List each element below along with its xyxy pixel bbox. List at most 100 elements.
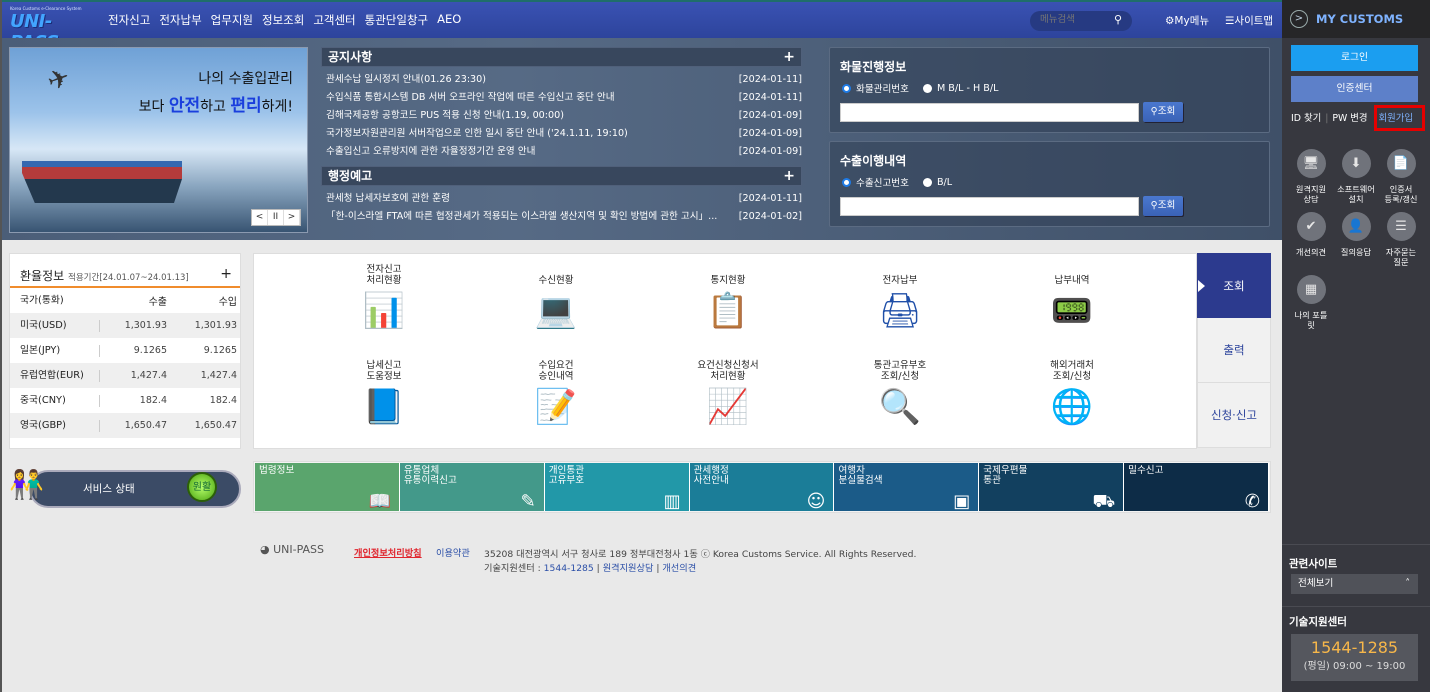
menu-aeo[interactable]: AEO: [437, 12, 461, 28]
portlet-icon: ▦: [1296, 275, 1326, 304]
menu-info-search[interactable]: 정보조회: [262, 12, 304, 28]
quick-link[interactable]: 국제우편물 통관 ⛟: [979, 463, 1125, 511]
exchange-rate-panel: 환율정보 적용기간[24.01.07~24.01.13] + 국가(통화) 수출 수입…: [9, 253, 241, 449]
software-install-icon: ⬇: [1341, 149, 1371, 178]
tab-print[interactable]: 출력: [1197, 318, 1271, 383]
tab-apply[interactable]: 신청·신고: [1197, 383, 1271, 448]
radio-export-number[interactable]: 수출신고번호: [842, 175, 909, 189]
notice-item[interactable]: 김해국제공항 공항코드 PUS 적용 신청 안내(1.19, 00:00) [20…: [321, 107, 802, 125]
my-menu-button[interactable]: ⚙My메뉴: [1165, 13, 1209, 28]
quick-links: 법령정보 📖 유통업체 유통이력신고 ✎ 개인통관 고유부호 ▥ 관세행정 사전안내 ☺ 여행자…: [253, 461, 1271, 513]
quick-link[interactable]: 관세행정 사전안내 ☺: [689, 463, 835, 512]
login-button[interactable]: 로그인: [1291, 45, 1418, 71]
my-customs-sidebar: > MY CUSTOMS 로그인 인증센터 ID 찾기 | PW 변경 회원가입 🖥 원…: [1282, 0, 1430, 692]
quick-link[interactable]: 법령정보 📖: [255, 463, 400, 511]
service-item[interactable]: 해외거래처 조회/신청 🌐: [1002, 358, 1142, 433]
radio-bl[interactable]: B/L: [922, 175, 952, 189]
menu-search-box: ⚲: [1030, 11, 1132, 31]
service-item[interactable]: 납세신고 도움정보 📘: [314, 358, 454, 433]
export-number-input[interactable]: [840, 197, 1139, 216]
admin-notice-more-button[interactable]: +: [783, 167, 795, 185]
qna-icon: 👤: [1341, 212, 1371, 241]
barcode-icon: ▥: [663, 491, 681, 512]
notice-item[interactable]: 수출입신고 오류방지에 관한 자율정정기간 운영 안내 [2024-01-09]: [321, 143, 802, 161]
notice-more-button[interactable]: +: [783, 48, 795, 66]
table-row: 중국(CNY) 182.4 182.4: [10, 388, 240, 413]
cargo-number-input[interactable]: [840, 103, 1139, 122]
export-search-button[interactable]: ⚲조회: [1143, 196, 1183, 216]
stamp-icon: ✎: [520, 491, 536, 512]
service-item[interactable]: 전자신고 처리현황 📊: [314, 262, 454, 337]
export-history-panel: 수출이행내역 수출신고번호 B/L ⚲조회: [829, 141, 1270, 227]
menu-e-payment[interactable]: 전자납부: [159, 12, 201, 28]
exchange-header: 환율정보 적용기간[24.01.07~24.01.13] +: [10, 254, 240, 288]
footer-logo: ◕ UNI-PASS: [260, 543, 325, 556]
menu-e-declaration[interactable]: 전자신고: [108, 12, 150, 28]
menu-single-window[interactable]: 통관단일창구: [365, 12, 428, 28]
quick-link[interactable]: 밀수신고 ✆: [1124, 463, 1270, 511]
shortcut-item[interactable]: 🖥 원격지원 상담: [1288, 149, 1334, 204]
menu-search-input[interactable]: [1040, 14, 1110, 25]
admin-notice-item[interactable]: 관세청 납세자보호에 관한 훈령 [2024-01-11]: [321, 190, 802, 208]
cargo-search-button[interactable]: ⚲조회: [1143, 102, 1183, 122]
service-item[interactable]: 요건신청신청서 처리현황 📈: [658, 358, 798, 433]
service-item[interactable]: 납부내역 📟: [1002, 262, 1142, 337]
pw-change-link[interactable]: PW 변경: [1332, 113, 1367, 124]
promo-banner[interactable]: ✈ 나의 수출입관리 보다 안전하고 편리하게! < II >: [9, 47, 308, 233]
service-item[interactable]: 통지현황 📋: [658, 262, 798, 337]
export-title: 수출이행내역: [840, 154, 907, 168]
admin-notice-item[interactable]: 「한-이스라엘 FTA에 따른 협정관세가 적용되는 이스라엘 생산지역 및 확…: [321, 208, 802, 226]
prev-button[interactable]: <: [252, 210, 268, 225]
headset-icon: ☺: [806, 491, 826, 512]
bar-chart-icon: 📊: [362, 291, 406, 331]
feedback-link[interactable]: 개선의견: [662, 563, 696, 574]
pie-document-icon: 📈: [706, 387, 750, 427]
notice-item[interactable]: 국가정보자원관리원 서버작업으로 인한 일시 중단 안내 ('24.1.11, …: [321, 125, 802, 143]
radio-cargo-number[interactable]: 화물관리번호: [842, 81, 909, 95]
remote-support-link[interactable]: 원격지원상담: [603, 563, 654, 574]
shortcut-item[interactable]: 📄 인증서 등록/갱신: [1378, 149, 1424, 204]
find-id-link[interactable]: ID 찾기: [1291, 113, 1321, 124]
status-badge: 원활: [187, 472, 217, 502]
remote-support-icon: 🖥: [1296, 149, 1326, 178]
next-button[interactable]: >: [284, 210, 300, 225]
shortcut-item[interactable]: ✔ 개선의견: [1288, 212, 1334, 257]
service-item[interactable]: 수신현황 💻: [486, 262, 626, 337]
top-nav: Korea Customs e-Clearance System UNI-PAS…: [2, 0, 1284, 53]
privacy-link[interactable]: 개인정보처리방침: [354, 545, 422, 559]
cert-center-button[interactable]: 인증센터: [1291, 76, 1418, 102]
tech-support-title: 기술지원센터: [1289, 616, 1347, 628]
service-item[interactable]: 전자납부 🖨: [830, 262, 970, 337]
uni-pass-logo[interactable]: Korea Customs e-Clearance System UNI-PAS…: [10, 6, 90, 53]
laptop-mail-icon: 💻: [534, 291, 578, 331]
notice-item[interactable]: 수입식품 통합시스템 DB 서버 오프라인 작업에 따른 수입신고 중단 안내[…: [321, 89, 802, 107]
service-item[interactable]: 통관고유부호 조회/신청 🔍: [830, 358, 970, 433]
shortcut-item[interactable]: ▦ 나의 포틀 릿: [1288, 275, 1334, 330]
menu-customer-center[interactable]: 고객센터: [313, 12, 355, 28]
tab-search[interactable]: 조회: [1197, 253, 1271, 318]
taegeuk-icon: ◕: [260, 543, 270, 556]
menu-work-support[interactable]: 업무지원: [211, 12, 253, 28]
quick-link[interactable]: 여행자 분실물검색 ▣: [834, 463, 980, 511]
search-icon[interactable]: ⚲: [1114, 13, 1122, 26]
exchange-more-button[interactable]: +: [220, 266, 232, 282]
hero-section: ✈ 나의 수출입관리 보다 안전하고 편리하게! < II > 공지사항 + 관세…: [2, 38, 1284, 240]
shortcut-item[interactable]: ☰ 자주묻는 질문: [1378, 212, 1424, 267]
terms-link[interactable]: 이용약관: [436, 545, 470, 559]
globe-search-icon: 🌐: [1050, 387, 1094, 427]
radio-mbl-hbl[interactable]: M B/L - H B/L: [922, 81, 998, 95]
tech-phone-link[interactable]: 1544-1285: [544, 563, 594, 574]
service-item[interactable]: 수입요건 승인내역 📝: [486, 358, 626, 433]
shortcut-item[interactable]: 👤 질의응답: [1333, 212, 1379, 257]
notice-item[interactable]: 관세수납 일시정지 안내(01.26 23:30) [2024-01-11]: [321, 71, 802, 89]
pause-button[interactable]: II: [268, 210, 284, 225]
footer-address: 35208 대전광역시 서구 청사로 189 정부대전청사 1동 ⓒ Korea…: [484, 549, 917, 560]
banner-controls: < II >: [251, 209, 301, 226]
shortcut-item[interactable]: ⬇ 소프트웨어 설치: [1333, 149, 1379, 204]
quick-link[interactable]: 개인통관 고유부호 ▥: [544, 463, 690, 512]
sitemap-button[interactable]: ☰사이트맵: [1225, 13, 1273, 28]
quick-link[interactable]: 유통업체 유통이력신고 ✎: [399, 463, 545, 512]
import-document-icon: 📝: [534, 387, 578, 427]
related-sites-select[interactable]: 전체보기 ˄: [1291, 574, 1418, 594]
chevron-right-icon[interactable]: >: [1290, 10, 1308, 28]
